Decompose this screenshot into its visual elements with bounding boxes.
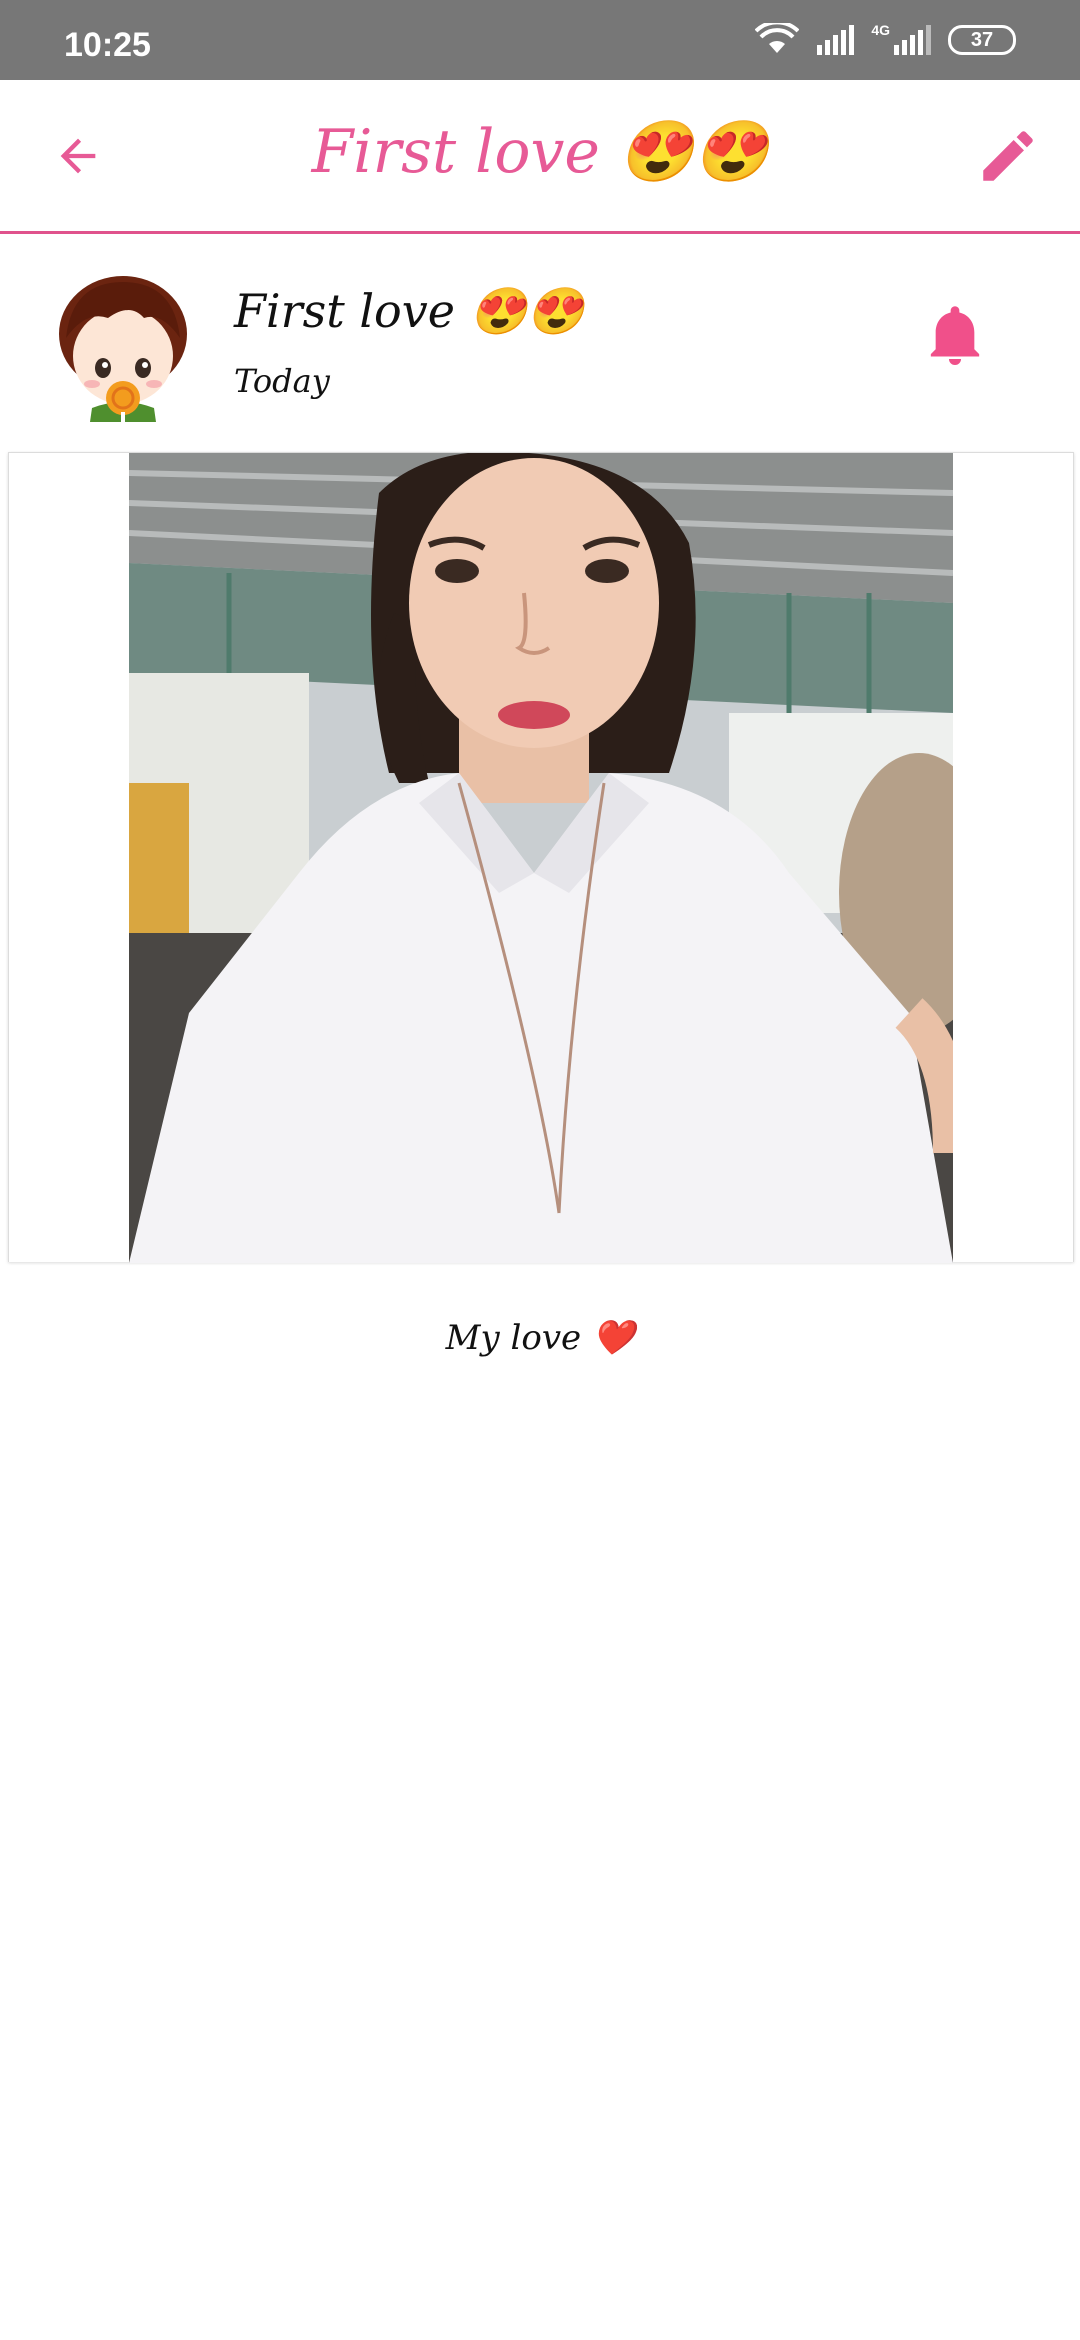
wifi-icon	[755, 23, 800, 53]
notification-button[interactable]	[920, 296, 990, 376]
page-title: First love 😍😍	[311, 117, 769, 187]
photo-illustration	[129, 453, 953, 1263]
arrow-left-icon	[60, 138, 96, 174]
network-type-label: 4G	[871, 22, 890, 38]
app-bar: First love 😍😍	[0, 80, 1080, 234]
signal-icon	[817, 25, 855, 55]
profile-row: First love 😍😍 Today	[0, 236, 1080, 450]
profile-name: First love 😍😍	[234, 284, 585, 338]
status-bar: 10:25 4G 37	[0, 0, 1080, 80]
battery-icon: 37	[948, 25, 1016, 55]
battery-level: 37	[970, 28, 994, 51]
photo-card	[8, 452, 1074, 1263]
pencil-icon	[983, 131, 1033, 181]
cartoon-boy-avatar-icon	[59, 276, 187, 422]
post-caption: My love ❤️	[445, 1318, 635, 1358]
status-time: 10:25	[64, 26, 151, 64]
signal-4g-icon	[894, 25, 931, 55]
avatar[interactable]	[52, 272, 194, 422]
edit-button[interactable]	[970, 118, 1046, 194]
status-icons: 4G 37	[755, 22, 1016, 58]
profile-date: Today	[234, 362, 330, 400]
back-button[interactable]	[40, 118, 116, 194]
post-photo[interactable]	[129, 453, 953, 1263]
bell-icon	[930, 306, 980, 365]
